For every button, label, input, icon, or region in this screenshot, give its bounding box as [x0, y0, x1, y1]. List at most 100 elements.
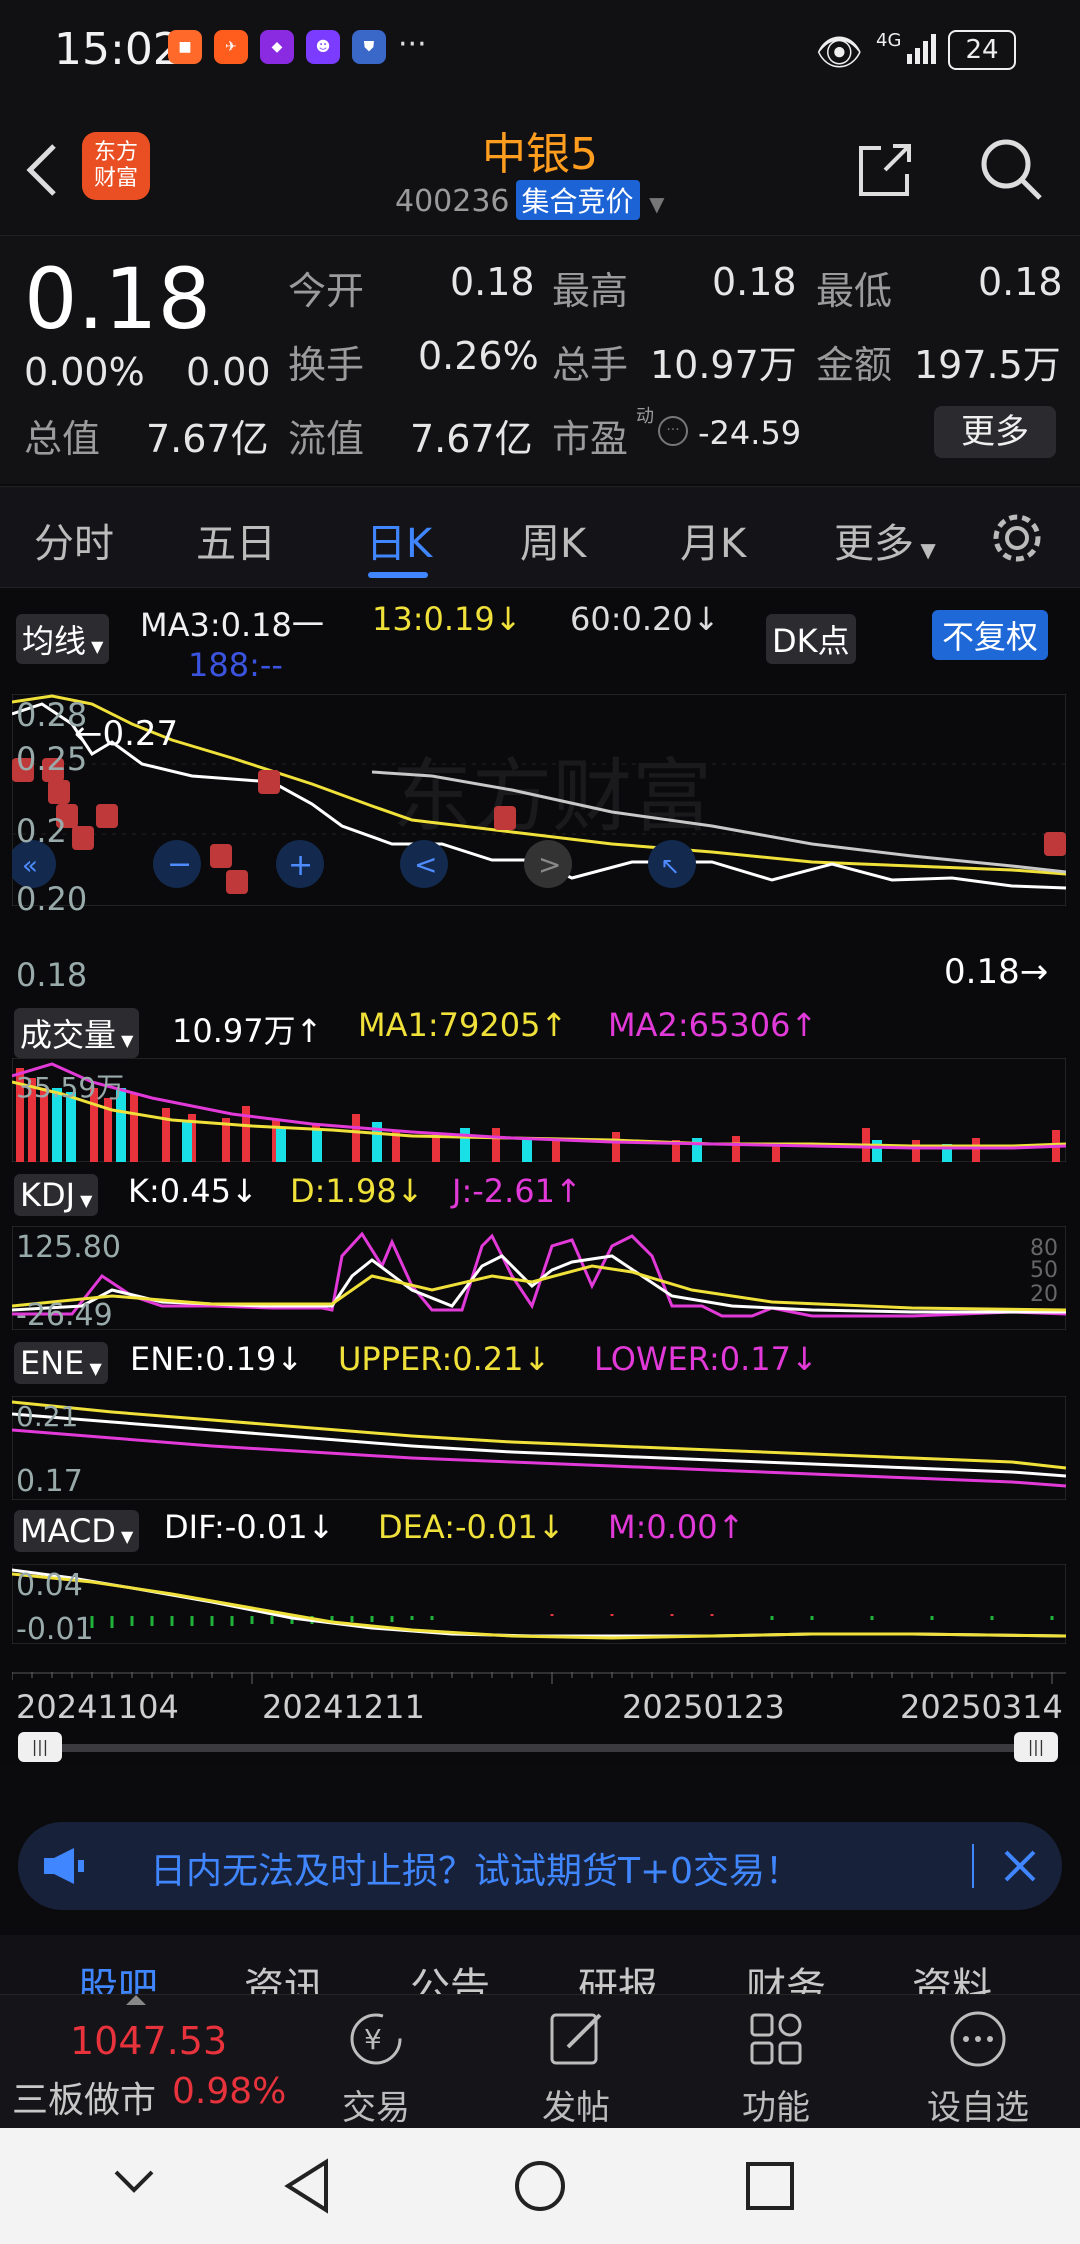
slider-right-handle[interactable]: |||	[1014, 1732, 1058, 1762]
ene-selector[interactable]: ENE ▼	[14, 1342, 108, 1384]
volume-top-label: 35.59万	[16, 1071, 125, 1104]
zoom-out-icon[interactable]: −	[167, 847, 192, 882]
pe-dynamic-mark: 动	[636, 406, 654, 427]
scroll-right-icon[interactable]: >	[538, 848, 561, 881]
signal-icon	[907, 34, 936, 64]
more-button[interactable]: 更多	[934, 406, 1056, 458]
kdj-top-label: 125.80	[16, 1230, 121, 1265]
tab-daily-k[interactable]: 日K	[366, 511, 432, 569]
range-slider[interactable]: ||| |||	[12, 1730, 1066, 1766]
app-notification-icon: ■	[168, 30, 202, 64]
total-value-label: 总值	[24, 417, 101, 461]
app-notification-icon: ◆	[260, 30, 294, 64]
tab-weekly-k[interactable]: 周K	[520, 511, 586, 569]
ene-bottom-label: 0.17	[16, 1464, 83, 1499]
ma-selector-label: 均线	[22, 622, 87, 660]
dock-watchlist[interactable]: 设自选	[908, 2007, 1048, 2129]
gear-icon[interactable]	[990, 511, 1044, 565]
kdj-selector-label: KDJ	[20, 1176, 76, 1214]
network-label: 4G	[876, 30, 902, 51]
ma-selector[interactable]: 均线 ▼	[16, 614, 110, 664]
stock-code-row[interactable]: 400236 集合竞价 ▼	[395, 180, 664, 220]
macd-dif: DIF:-0.01↓	[164, 1508, 335, 1546]
turnover-value: 0.26%	[418, 334, 539, 378]
index-expand-arrow-icon[interactable]	[126, 1995, 146, 2005]
expand-icon[interactable]: ↖	[660, 852, 680, 880]
more-notifications-icon: ···	[398, 27, 427, 62]
volume-selector[interactable]: 成交量 ▼	[14, 1008, 140, 1058]
zoom-in-icon[interactable]: +	[288, 848, 313, 883]
chart-area: 均线 ▼ MA3:0.18一 13:0.19↓ 60:0.20↓ 188:-- …	[0, 590, 1080, 1766]
last-price-label: 0.18→	[944, 952, 1049, 992]
y-label: 0.2	[16, 812, 67, 850]
macd-top-label: 0.04	[16, 1568, 83, 1603]
date-axis-ticks	[12, 1672, 1066, 1684]
index-value[interactable]: 1047.53	[70, 2019, 227, 2063]
open-value: 0.18	[450, 260, 535, 304]
dock-functions[interactable]: 功能	[706, 2007, 846, 2129]
adjust-button[interactable]: 不复权	[932, 610, 1049, 660]
status-time: 15:02	[54, 24, 181, 75]
share-icon[interactable]	[855, 140, 915, 200]
ma188-value: 188:--	[188, 646, 283, 684]
back-triangle-icon[interactable]	[282, 2158, 332, 2214]
volume-ma2: MA2:65306↑	[608, 1006, 818, 1044]
index-change: 0.98%	[172, 2071, 287, 2112]
dropdown-triangle-icon: ▼	[75, 1191, 93, 1210]
ene-value: ENE:0.19↓	[130, 1340, 304, 1378]
scroll-left-icon[interactable]: <	[414, 848, 437, 881]
dropdown-triangle-icon: ▼	[914, 538, 936, 562]
kdj-k: K:0.45↓	[128, 1172, 258, 1210]
shield-icon: ⛊	[352, 30, 386, 64]
float-value-label: 流值	[288, 417, 365, 461]
kdj-selector[interactable]: KDJ ▼	[14, 1174, 99, 1216]
volume-label: 总手	[552, 343, 629, 387]
turnover-label: 换手	[288, 343, 365, 387]
index-name: 三板做市	[12, 2080, 157, 2121]
dropdown-triangle-icon: ▼	[84, 1359, 102, 1378]
dock-trade[interactable]: ¥ 交易	[306, 2007, 446, 2129]
more-dots-icon[interactable]: ···	[658, 416, 688, 446]
stock-code: 400236	[395, 184, 510, 219]
close-icon[interactable]	[1002, 1848, 1038, 1884]
low-value: 0.18	[978, 260, 1063, 304]
date-label: 20250123	[622, 1688, 785, 1726]
app-notification-icon: ✈	[214, 30, 248, 64]
current-price: 0.18	[24, 250, 212, 348]
volume-ma1: MA1:79205↑	[358, 1006, 568, 1044]
auction-badge: 集合竞价	[515, 180, 640, 220]
float-value: 7.67亿	[410, 417, 533, 461]
home-circle-icon[interactable]	[512, 2158, 568, 2214]
macd-chart	[12, 1564, 1066, 1644]
battery-icon: 24	[948, 30, 1016, 70]
max-price-label: ←0.27	[74, 714, 179, 754]
ma60-value: 60:0.20↓	[570, 600, 720, 638]
macd-selector-label: MACD	[20, 1512, 116, 1550]
tab-intraday[interactable]: 分时	[34, 511, 114, 569]
more-circle-icon	[950, 2011, 1006, 2067]
high-label: 最高	[552, 269, 629, 313]
recents-square-icon[interactable]	[744, 2160, 796, 2212]
slider-track	[32, 1744, 1046, 1752]
slider-left-handle[interactable]: |||	[18, 1732, 62, 1762]
tab-monthly-k[interactable]: 月K	[680, 511, 746, 569]
y-label: 0.20	[16, 880, 88, 918]
tab-more[interactable]: 更多 ▼	[834, 511, 936, 569]
fast-rewind-icon[interactable]: «	[22, 851, 38, 881]
date-label: 20250314	[900, 1688, 1063, 1726]
macd-dea: DEA:-0.01↓	[378, 1508, 565, 1546]
promo-banner[interactable]: 日内无法及时止损？试试期货T+0交易！	[18, 1822, 1062, 1910]
eye-icon: 👁	[815, 30, 864, 74]
dock-post[interactable]: 发帖	[506, 2007, 646, 2129]
change-value: 0.00	[186, 350, 271, 394]
tab-five-day[interactable]: 五日	[196, 511, 276, 569]
search-icon[interactable]	[978, 136, 1046, 204]
chevron-down-icon[interactable]	[112, 2166, 156, 2196]
dk-point-button[interactable]: DK点	[766, 614, 856, 664]
macd-selector[interactable]: MACD ▼	[14, 1510, 140, 1552]
high-value: 0.18	[712, 260, 797, 304]
amount-value: 197.5万	[914, 343, 1061, 387]
grid-icon	[750, 2013, 802, 2065]
dock-trade-label: 交易	[342, 2088, 410, 2128]
active-tab-indicator	[368, 572, 428, 578]
